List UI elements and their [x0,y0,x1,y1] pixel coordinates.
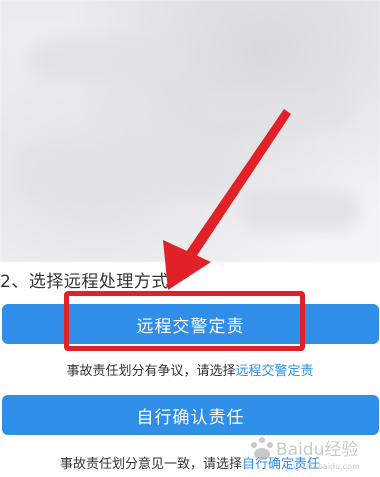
remote-hint: 事故责任划分有争议，请选择远程交警定责 [0,360,380,379]
self-hint: 事故责任划分意见一致，请选择自行确定责任 [0,453,380,472]
screen: 2、选择远程处理方式 远程交警定责 事故责任划分有争议，请选择远程交警定责 自行… [0,0,380,477]
remote-police-button[interactable]: 远程交警定责 [2,304,379,344]
self-confirm-button[interactable]: 自行确认责任 [2,395,379,435]
self-hint-link[interactable]: 自行确定责任 [242,457,320,472]
remote-hint-link[interactable]: 远程交警定责 [236,364,314,379]
remote-police-button-label: 远程交警定责 [136,316,245,337]
section-title: 2、选择远程处理方式 [0,272,169,292]
self-confirm-button-label: 自行确认责任 [136,407,245,428]
blurred-content-area [0,0,380,262]
remote-hint-text: 事故责任划分有争议，请选择 [66,364,236,379]
self-hint-text: 事故责任划分意见一致，请选择 [59,457,242,472]
